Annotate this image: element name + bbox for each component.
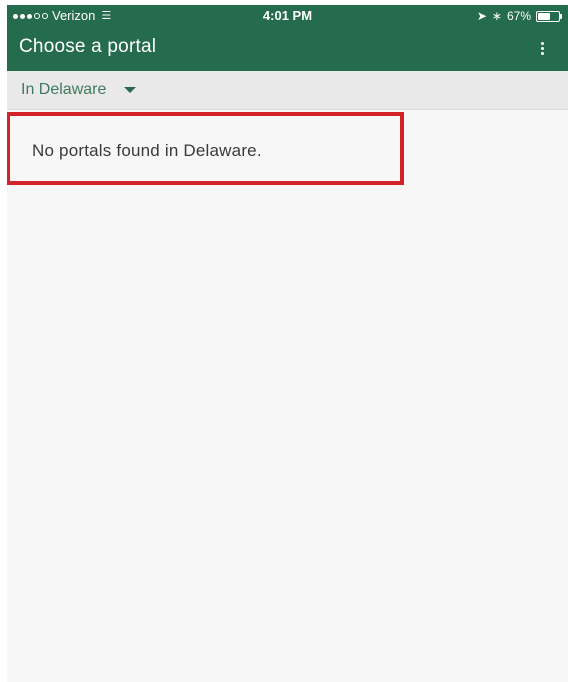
more-options-button[interactable] [530, 35, 554, 61]
status-bar: Verizon ☰ 4:01 PM ➤ ∗ 67% [7, 5, 568, 27]
battery-level [538, 12, 551, 20]
region-bar: In Delaware [7, 71, 568, 110]
bluetooth-icon: ∗ [491, 9, 502, 23]
more-vertical-icon [540, 41, 544, 45]
caret-down-icon [124, 87, 137, 93]
battery-icon [536, 10, 562, 22]
region-selected-label: In Delaware [21, 81, 107, 98]
app-screen: Verizon ☰ 4:01 PM ➤ ∗ 67% Choose a porta… [7, 5, 568, 682]
region-dropdown[interactable]: In Delaware [21, 71, 137, 109]
app-bar: Choose a portal [7, 27, 568, 71]
portal-list: No portals found in Delaware. [7, 110, 568, 682]
status-right: ➤ ∗ 67% [476, 5, 562, 27]
page-title: Choose a portal [19, 36, 157, 57]
battery-percent: 67% [506, 9, 531, 23]
location-arrow-icon: ➤ [476, 9, 487, 23]
empty-state-message: No portals found in Delaware. [32, 141, 262, 160]
